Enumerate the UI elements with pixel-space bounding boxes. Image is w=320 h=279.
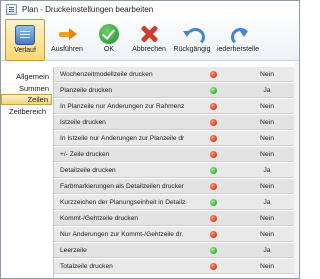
settings-row[interactable]: Totalzeile drucken Nein bbox=[54, 259, 295, 274]
redo-button-label: iederherstelle bbox=[216, 46, 260, 53]
settings-row[interactable]: Leerzeile Ja bbox=[54, 243, 295, 258]
ok-button[interactable]: OK bbox=[89, 19, 129, 61]
status-red-icon bbox=[210, 215, 217, 222]
setting-value[interactable]: Nein bbox=[252, 135, 282, 142]
status-red-icon bbox=[210, 119, 217, 126]
settings-row[interactable]: Istzeile drucken Nein bbox=[54, 115, 295, 130]
settings-row[interactable]: Nur Änderungen zur Kommt-/Gehtzeile dr. … bbox=[54, 227, 295, 242]
settings-grid: Wochenzeitmodellzeile drucken Nein Planz… bbox=[53, 67, 295, 279]
setting-name: In Planzeile nur Änderungen zur Rahmenz bbox=[60, 103, 185, 110]
status-green-icon bbox=[210, 199, 217, 206]
vertical-scrollbar[interactable] bbox=[294, 63, 299, 278]
settings-row[interactable]: Kommt-/Gehtzeile drucken Nein bbox=[54, 211, 295, 226]
settings-window: Plan - Druckeinstellungen bearbeiten Ver… bbox=[0, 0, 300, 279]
setting-value[interactable]: Ja bbox=[252, 87, 282, 94]
setting-value[interactable]: Nein bbox=[252, 231, 282, 238]
setting-value[interactable]: Nein bbox=[252, 119, 282, 126]
redo-button[interactable]: iederherstelle bbox=[215, 19, 261, 61]
window-title: Plan - Druckeinstellungen bearbeiten bbox=[22, 5, 154, 14]
setting-name: Kurzzeichen der Planungseinheit in Detai… bbox=[60, 199, 186, 206]
setting-name: Detailzeile drucken bbox=[60, 167, 116, 174]
app-icon bbox=[6, 4, 17, 15]
setting-value[interactable]: Nein bbox=[252, 151, 282, 158]
redo-icon bbox=[228, 24, 250, 46]
setting-value[interactable]: Nein bbox=[252, 263, 282, 270]
nav-item-zeitbereich[interactable]: Zeitbereich bbox=[1, 106, 52, 117]
history-button-label: Verlauf bbox=[14, 47, 36, 54]
undo-icon bbox=[182, 24, 205, 46]
setting-value[interactable]: Ja bbox=[252, 199, 282, 206]
setting-name: Planzeile drucken bbox=[60, 87, 113, 94]
settings-row[interactable]: +/- Zeile drucken Nein bbox=[54, 147, 295, 162]
status-red-icon bbox=[210, 103, 217, 110]
setting-name: Nur Änderungen zur Kommt-/Gehtzeile dr. bbox=[60, 231, 184, 238]
setting-name: Wochenzeitmodellzeile drucken bbox=[60, 71, 153, 78]
setting-value[interactable]: Nein bbox=[252, 215, 282, 222]
toolbar: Verlauf Ausführen OK Abbrechen Rückgängi… bbox=[1, 19, 299, 61]
cancel-button-label: Abbrechen bbox=[132, 46, 166, 53]
status-red-icon bbox=[210, 71, 217, 78]
undo-button[interactable]: Rückgängig bbox=[172, 19, 212, 61]
settings-row[interactable]: In Istzeile nur Änderungen zur Planzeile… bbox=[54, 131, 295, 146]
status-red-icon bbox=[210, 183, 217, 190]
status-red-icon bbox=[210, 231, 217, 238]
category-sidebar: Allgemein Summen Zeilen Zeitbereich bbox=[1, 63, 52, 278]
settings-row[interactable]: Wochenzeitmodellzeile drucken Nein bbox=[54, 67, 295, 82]
setting-name: Farbmarkierungen als Detailzeilen drucke… bbox=[60, 183, 184, 190]
setting-value[interactable]: Ja bbox=[252, 167, 282, 174]
status-green-icon bbox=[210, 167, 217, 174]
run-icon bbox=[57, 24, 77, 44]
settings-row[interactable]: Detailzeile drucken Ja bbox=[54, 163, 295, 178]
setting-value[interactable]: Ja bbox=[252, 247, 282, 254]
status-red-icon bbox=[210, 135, 217, 142]
setting-value[interactable]: Nein bbox=[252, 183, 282, 190]
setting-value[interactable]: Nein bbox=[252, 103, 282, 110]
setting-name: Leerzeile bbox=[60, 247, 87, 254]
nav-item-summen[interactable]: Summen bbox=[1, 83, 52, 94]
status-red-icon bbox=[210, 263, 217, 270]
setting-name: In Istzeile nur Änderungen zur Planzeile… bbox=[60, 135, 185, 142]
status-red-icon bbox=[210, 151, 217, 158]
nav-item-zeilen[interactable]: Zeilen bbox=[1, 94, 52, 105]
run-button-label: Ausführen bbox=[51, 46, 83, 53]
status-green-icon bbox=[210, 247, 217, 254]
undo-button-label: Rückgängig bbox=[173, 46, 211, 53]
setting-name: Totalzeile drucken bbox=[60, 263, 113, 270]
history-button[interactable]: Verlauf bbox=[5, 19, 45, 61]
settings-row[interactable]: Kurzzeichen der Planungseinheit in Detai… bbox=[54, 195, 295, 210]
ok-button-label: OK bbox=[103, 46, 115, 53]
settings-row[interactable]: Planzeile drucken Ja bbox=[54, 83, 295, 98]
nav-item-allgemein[interactable]: Allgemein bbox=[1, 71, 52, 82]
run-button[interactable]: Ausführen bbox=[47, 19, 87, 61]
status-green-icon bbox=[210, 87, 217, 94]
setting-value[interactable]: Nein bbox=[252, 71, 282, 78]
title-bar: Plan - Druckeinstellungen bearbeiten bbox=[1, 1, 299, 19]
ok-icon bbox=[99, 24, 119, 44]
settings-row[interactable]: Farbmarkierungen als Detailzeilen drucke… bbox=[54, 179, 295, 194]
setting-name: Istzeile drucken bbox=[60, 119, 106, 126]
settings-row[interactable]: In Planzeile nur Änderungen zur Rahmenz … bbox=[54, 99, 295, 114]
cancel-button[interactable]: Abbrechen bbox=[129, 19, 169, 61]
history-icon bbox=[15, 25, 35, 45]
setting-name: Kommt-/Gehtzeile drucken bbox=[60, 215, 139, 222]
setting-name: +/- Zeile drucken bbox=[60, 151, 110, 158]
cancel-icon bbox=[139, 24, 159, 44]
